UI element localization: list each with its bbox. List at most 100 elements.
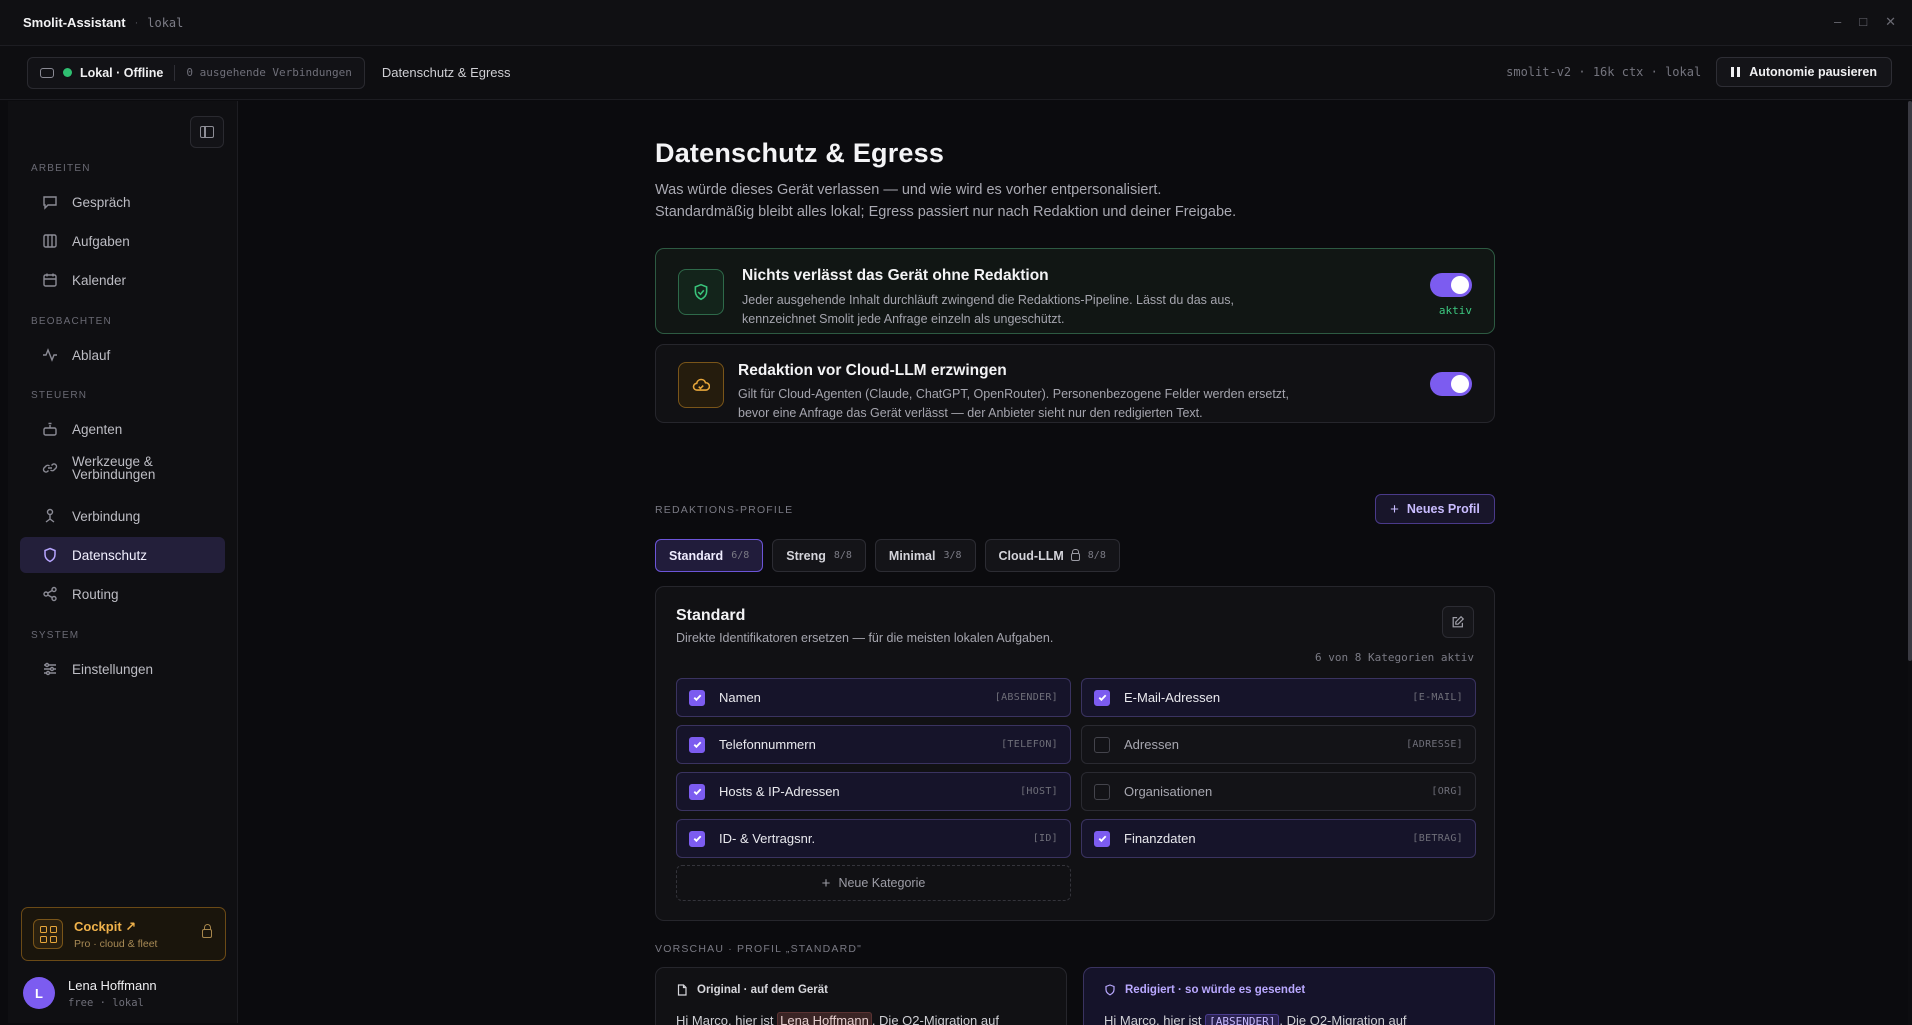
tab-label: Standard: [669, 548, 724, 563]
app-mode: lokal: [147, 15, 184, 30]
checkbox[interactable]: [689, 736, 705, 753]
desc-line2: bevor eine Anfrage das Gerät verlässt — …: [738, 406, 1203, 420]
checkbox[interactable]: [689, 783, 705, 800]
window-controls: – □ ✕: [1834, 14, 1896, 30]
category-tag: [BETRAG]: [1412, 833, 1463, 844]
section-beobachten: BEOBACHTEN: [31, 316, 112, 327]
minimize-icon[interactable]: –: [1834, 14, 1841, 30]
desc-line2: kennzeichnet Smolit jede Anfrage einzeln…: [742, 312, 1065, 326]
user-plan: free · lokal: [68, 996, 144, 1009]
scrollbar-track[interactable]: [1908, 101, 1912, 1025]
sidebar-item-routing[interactable]: Routing: [20, 576, 225, 612]
sidebar-item-verbindung[interactable]: Verbindung: [20, 498, 225, 534]
app-name: Smolit-Assistant: [23, 15, 126, 30]
person-icon: [42, 508, 58, 524]
checkbox[interactable]: [689, 689, 705, 706]
page-lead: Was würde dieses Gerät verlassen — und w…: [655, 179, 1236, 223]
edit-profile-button[interactable]: [1442, 606, 1474, 638]
category-telefon[interactable]: Telefonnummern [TELEFON]: [676, 725, 1071, 764]
sidebar-item-datenschutz[interactable]: Datenschutz: [20, 537, 225, 573]
category-count: 6 von 8 Kategorien aktiv: [1315, 651, 1474, 664]
profile-title: Standard: [676, 607, 746, 624]
drive-icon: [40, 67, 54, 78]
category-organisationen[interactable]: Organisationen [ORG]: [1081, 772, 1476, 811]
maximize-icon[interactable]: □: [1859, 14, 1867, 30]
checkbox[interactable]: [689, 830, 705, 847]
category-tag: [TELEFON]: [1001, 739, 1058, 750]
tab-count: 6/8: [731, 550, 750, 561]
category-label: Telefonnummern: [719, 737, 816, 752]
share-icon: [42, 586, 58, 602]
close-icon[interactable]: ✕: [1885, 14, 1896, 30]
sidebar-item-aufgaben[interactable]: Aufgaben: [20, 223, 225, 259]
header-bar: Lokal · Offline 0 ausgehende Verbindunge…: [0, 46, 1912, 100]
robot-icon: [42, 421, 58, 437]
tab-cloud-llm[interactable]: Cloud-LLM 8/8: [984, 539, 1120, 572]
sidebar-item-agenten[interactable]: Agenten: [20, 411, 225, 447]
category-finanzdaten[interactable]: Finanzdaten [BETRAG]: [1081, 819, 1476, 858]
card-title: Redaktion vor Cloud-LLM erzwingen: [738, 362, 1007, 379]
tab-label: Minimal: [888, 548, 936, 563]
desc-line1: Gilt für Cloud-Agenten (Claude, ChatGPT,…: [738, 387, 1289, 401]
activity-icon: [42, 347, 58, 363]
category-tag: [ADRESSE]: [1406, 739, 1463, 750]
pause-autonomy-button[interactable]: Autonomie pausieren: [1716, 57, 1892, 87]
preview-original-title: Original · auf dem Gerät: [697, 984, 828, 996]
pause-icon: [1731, 67, 1741, 77]
checkbox[interactable]: [1094, 830, 1110, 847]
category-tag: [HOST]: [1020, 786, 1058, 797]
breadcrumb: Datenschutz & Egress: [381, 65, 511, 80]
profile-description: Direkte Identifikatoren ersetzen — für d…: [676, 631, 1054, 645]
header-right: smolit-v2 · 16k ctx · lokal Autonomie pa…: [1506, 57, 1892, 87]
card-title: Nichts verlässt das Gerät ohne Redaktion: [742, 267, 1049, 284]
tab-standard[interactable]: Standard 6/8: [655, 539, 764, 572]
sidebar-item-werkzeuge[interactable]: Werkzeuge & Verbindungen: [20, 450, 225, 486]
sidebar-item-gespraech[interactable]: Gespräch: [20, 184, 225, 220]
sidebar-item-label: Routing: [72, 586, 119, 602]
checkbox[interactable]: [1094, 689, 1110, 706]
scrollbar-thumb[interactable]: [1908, 101, 1912, 661]
category-id[interactable]: ID- & Vertragsnr. [ID]: [676, 819, 1071, 858]
tab-minimal[interactable]: Minimal 3/8: [874, 539, 976, 572]
sidebar-item-einstellungen[interactable]: Einstellungen: [20, 651, 225, 687]
sidebar-collapse-button[interactable]: [190, 116, 224, 148]
category-adressen[interactable]: Adressen [ADRESSE]: [1081, 725, 1476, 764]
lead-line1: Was würde dieses Gerät verlassen — und w…: [655, 182, 1162, 198]
checkbox[interactable]: [1094, 783, 1110, 800]
tab-count: 3/8: [943, 550, 962, 561]
status-divider: [174, 64, 176, 81]
new-category-button[interactable]: + Neue Kategorie: [676, 865, 1071, 901]
category-label: Hosts & IP-Adressen: [719, 784, 840, 799]
lead-line2: Standardmäßig bleibt alles lokal; Egress…: [655, 204, 1237, 220]
text-segment: . Die Q2-Migration auf: [1279, 1013, 1407, 1025]
category-email[interactable]: E-Mail-Adressen [E-MAIL]: [1081, 678, 1476, 717]
shield-icon: [1105, 984, 1115, 996]
sidebar-item-label: Kalender: [72, 272, 127, 288]
cockpit-upsell[interactable]: Cockpit ↗ Pro · cloud & fleet: [21, 907, 226, 961]
calendar-icon: [42, 272, 58, 288]
category-namen[interactable]: Namen [ABSENDER]: [676, 678, 1071, 717]
sidebar-toggle-icon: [200, 126, 214, 138]
no-egress-toggle[interactable]: [1430, 273, 1472, 297]
cloud-icon: [678, 362, 724, 408]
preview-original-header: Original · auf dem Gerät: [676, 984, 828, 996]
checkbox[interactable]: [1094, 736, 1110, 753]
sidebar-item-kalender[interactable]: Kalender: [20, 262, 225, 298]
category-tag: [ID]: [1032, 833, 1058, 844]
status-text: Lokal · Offline: [80, 65, 164, 80]
new-profile-button[interactable]: + Neues Profil: [1375, 494, 1495, 524]
profile-detail-card: Standard Direkte Identifikatoren ersetze…: [655, 586, 1495, 921]
cloud-redaction-toggle[interactable]: [1430, 372, 1472, 396]
user-profile[interactable]: L Lena Hoffmann free · lokal: [23, 977, 157, 1009]
connection-status[interactable]: Lokal · Offline 0 ausgehende Verbindunge…: [27, 56, 365, 89]
connections-count: 0 ausgehende Verbindungen: [186, 66, 352, 79]
no-egress-card: Nichts verlässt das Gerät ohne Redaktion…: [655, 248, 1495, 334]
sidebar-item-ablauf[interactable]: Ablauf: [20, 337, 225, 373]
text-segment: . Die Q2-Migration auf: [871, 1013, 999, 1025]
tab-count: 8/8: [833, 550, 852, 561]
category-hosts[interactable]: Hosts & IP-Adressen [HOST]: [676, 772, 1071, 811]
tab-streng[interactable]: Streng 8/8: [772, 539, 866, 572]
sidebar: ARBEITEN Gespräch Aufgaben Kalender BEOB…: [8, 101, 238, 1023]
main-content: Datenschutz & Egress Was würde dieses Ge…: [239, 101, 1912, 1025]
preview-redacted-title: Redigiert · so würde es gesendet: [1125, 984, 1306, 996]
